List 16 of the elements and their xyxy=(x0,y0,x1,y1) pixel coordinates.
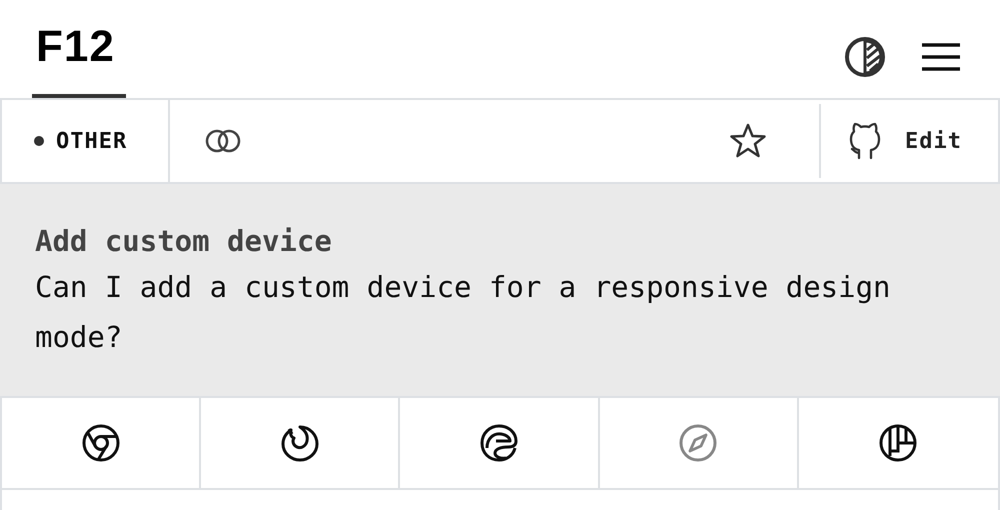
chrome-logo-icon[interactable] xyxy=(80,423,121,463)
compass-icon[interactable] xyxy=(678,423,718,463)
category-tag[interactable]: OTHER xyxy=(2,100,170,182)
question-title: Add custom device xyxy=(35,223,333,260)
theme-toggle-icon[interactable] xyxy=(844,36,886,78)
logo-link[interactable]: F12 xyxy=(32,0,126,98)
star-icon[interactable] xyxy=(729,123,768,159)
question-text: Can I add a custom device for a responsive design mode? xyxy=(35,269,892,356)
menu-icon[interactable] xyxy=(922,42,960,72)
wave-logo-icon[interactable] xyxy=(478,423,519,463)
edit-link[interactable]: Edit xyxy=(819,104,998,178)
category-label: OTHER xyxy=(56,128,128,154)
link-icon[interactable] xyxy=(204,128,242,154)
bullet-icon xyxy=(34,136,44,146)
cat-silhouette-icon xyxy=(849,122,882,160)
pane-logo-icon[interactable] xyxy=(878,423,918,463)
